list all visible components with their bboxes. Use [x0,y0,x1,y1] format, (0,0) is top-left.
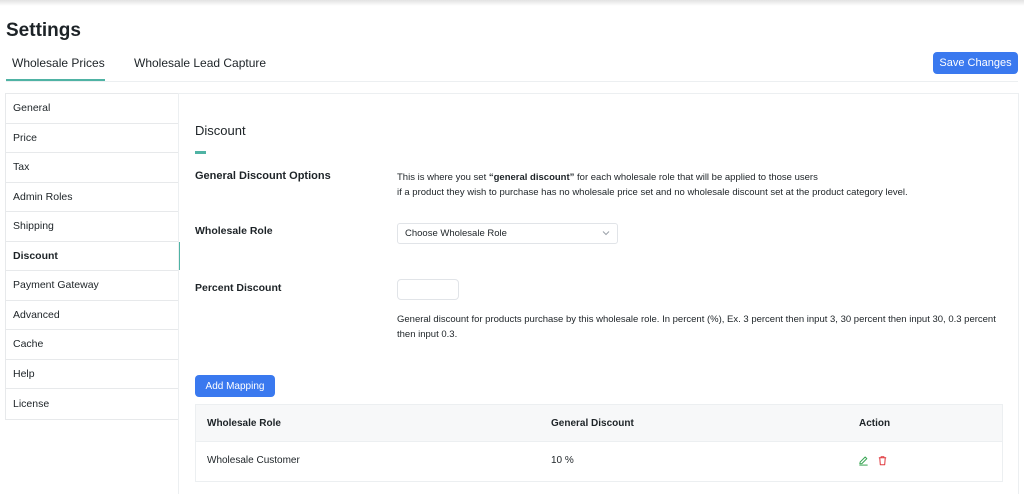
percent-discount-help: General discount for products purchase b… [397,314,996,340]
description-suffix: for each wholesale role that will be app… [574,172,818,183]
percent-discount-label: Percent Discount [195,282,282,294]
sidebar-item-help[interactable]: Help [6,360,179,389]
trash-icon[interactable] [877,453,888,466]
cell-general-discount: 10 % [551,455,574,466]
sidebar-item-cache[interactable]: Cache [6,330,179,360]
description-prefix: This is where you set [397,172,489,183]
section-title: Discount [195,123,246,138]
percent-discount-input[interactable] [397,279,459,300]
top-shadow [0,0,1024,6]
column-header-wholesale-role: Wholesale Role [207,418,281,429]
tab-wholesale-prices[interactable]: Wholesale Prices [12,56,105,70]
tabs-divider [6,81,1018,82]
sidebar-item-tax[interactable]: Tax [6,153,179,183]
description-bold-term: “general discount” [488,172,575,183]
sidebar-item-advanced[interactable]: Advanced [6,301,179,330]
sidebar-item-discount[interactable]: Discount [6,241,180,271]
wholesale-role-select-value: Choose Wholesale Role [405,228,507,239]
settings-tabs: Wholesale Prices Wholesale Lead Capture [0,52,1024,82]
table-row: Wholesale Customer 10 % [195,442,1003,482]
general-discount-description: This is where you set “general discount”… [397,170,997,200]
discount-mapping-table: Wholesale Role General Discount Action W… [195,404,1003,482]
column-header-general-discount: General Discount [551,418,634,429]
general-discount-options-label: General Discount Options [195,170,331,182]
save-changes-button[interactable]: Save Changes [933,52,1018,74]
settings-sidebar: General Price Tax Admin Roles Shipping D… [5,93,180,420]
column-header-action: Action [859,418,891,429]
cell-wholesale-role: Wholesale Customer [207,455,300,466]
wholesale-role-label: Wholesale Role [195,225,273,237]
wholesale-role-select[interactable]: Choose Wholesale Role [397,223,618,244]
sidebar-item-shipping[interactable]: Shipping [6,212,179,242]
sidebar-item-payment-gateway[interactable]: Payment Gateway [6,271,179,301]
description-line-2: if a product they wish to purchase has n… [397,187,908,198]
section-title-accent [195,151,206,154]
chevron-down-icon [602,231,610,236]
sidebar-item-admin-roles[interactable]: Admin Roles [6,183,179,212]
tab-wholesale-lead-capture[interactable]: Wholesale Lead Capture [134,56,266,70]
sidebar-item-general[interactable]: General [6,94,179,124]
row-actions [858,453,888,466]
table-header: Wholesale Role General Discount Action [195,404,1003,442]
page-title: Settings [6,20,81,41]
pencil-icon[interactable] [858,453,869,466]
add-mapping-button[interactable]: Add Mapping [195,375,275,397]
sidebar-item-license[interactable]: License [6,389,179,419]
sidebar-item-price[interactable]: Price [6,124,179,153]
